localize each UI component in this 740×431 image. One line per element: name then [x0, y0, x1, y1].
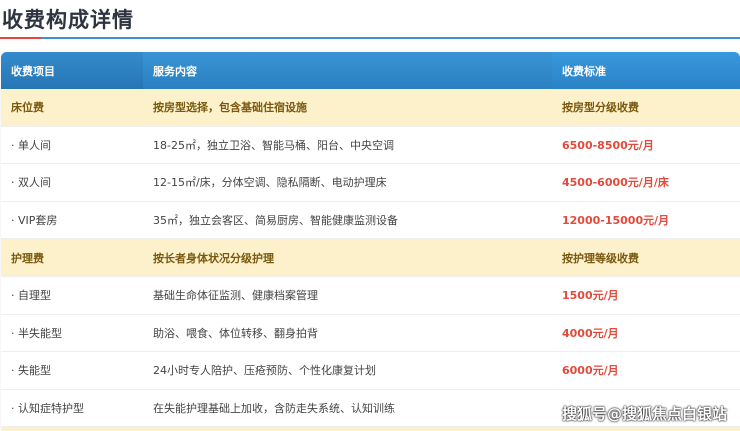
header-item: 收费项目	[1, 52, 143, 89]
row-content: 18-25㎡，独立卫浴、智能马桶、阳台、中央空调	[153, 138, 394, 152]
row-price: 4500-6000元/月/床	[562, 176, 669, 190]
row-content: 24小时专人陪护、压疮预防、个性化康复计划	[153, 364, 376, 378]
table-row: · 双人间 12-15㎡/床，分体空调、隐私隔断、电动护理床 4500-6000元/…	[1, 164, 740, 202]
row-price: 6000元/月	[562, 364, 619, 378]
row-item: · 自理型	[11, 289, 51, 303]
row-item: 床位费	[11, 101, 44, 115]
row-content: 35㎡，独立会客区、简易厨房、智能健康监测设备	[153, 214, 398, 228]
row-price: 按护理等级收费	[562, 251, 639, 265]
row-content: 在失能护理基础上加收，含防走失系统、认知训练	[153, 402, 395, 416]
fee-table: 收费项目 服务内容 收费标准 床位费 按房型选择，包含基础住宿设施 按房型分级收费 ·…	[1, 52, 740, 431]
table-row: · 自理型 基础生命体征监测、健康档案管理 1500元/月	[1, 277, 740, 315]
row-item: · 认知症特护型	[11, 402, 84, 416]
row-content: 基础生命体征监测、健康档案管理	[153, 289, 318, 303]
table-row: · 失能型 24小时专人陪护、压疮预防、个性化康复计划 6000元/月	[1, 352, 740, 390]
table-row: · 半失能型 助浴、喂食、体位转移、翻身拍背 4000元/月	[1, 315, 740, 353]
title-underline-accent	[0, 37, 41, 39]
row-item: 护理费	[11, 251, 44, 265]
table-header: 收费项目 服务内容 收费标准	[1, 52, 740, 89]
title-underline	[0, 37, 740, 39]
row-item: · 单人间	[11, 138, 51, 152]
row-price: 4000元/月	[562, 326, 619, 340]
table-row: · VIP套房 35㎡，独立会客区、简易厨房、智能健康监测设备 12000-1500…	[1, 202, 740, 240]
row-content: 按长者身体状况分级护理	[153, 251, 274, 265]
header-price: 收费标准	[552, 52, 740, 89]
row-content: 12-15㎡/床，分体空调、隐私隔断、电动护理床	[153, 176, 387, 190]
row-price: 1500元/月	[562, 289, 619, 303]
row-content: 按房型选择，包含基础住宿设施	[153, 101, 307, 115]
row-price: 按房型分级收费	[562, 101, 639, 115]
page-title: 收费构成详情	[2, 8, 134, 32]
row-item: · VIP套房	[11, 214, 58, 228]
row-item: · 失能型	[11, 364, 51, 378]
category-row: 床位费 按房型选择，包含基础住宿设施 按房型分级收费	[1, 89, 740, 127]
row-item: · 半失能型	[11, 326, 62, 340]
table-footer-strip	[1, 427, 740, 431]
watermark: 搜狐号@搜狐焦点白银站	[562, 405, 728, 423]
row-price: 12000-15000元/月	[562, 214, 670, 228]
table-row: · 单人间 18-25㎡，独立卫浴、智能马桶、阳台、中央空调 6500-8500元/…	[1, 127, 740, 165]
header-content: 服务内容	[153, 64, 197, 78]
row-item: · 双人间	[11, 176, 51, 190]
row-price: 6500-8500元/月	[562, 138, 654, 152]
row-content: 助浴、喂食、体位转移、翻身拍背	[153, 326, 318, 340]
category-row: 护理费 按长者身体状况分级护理 按护理等级收费	[1, 239, 740, 277]
